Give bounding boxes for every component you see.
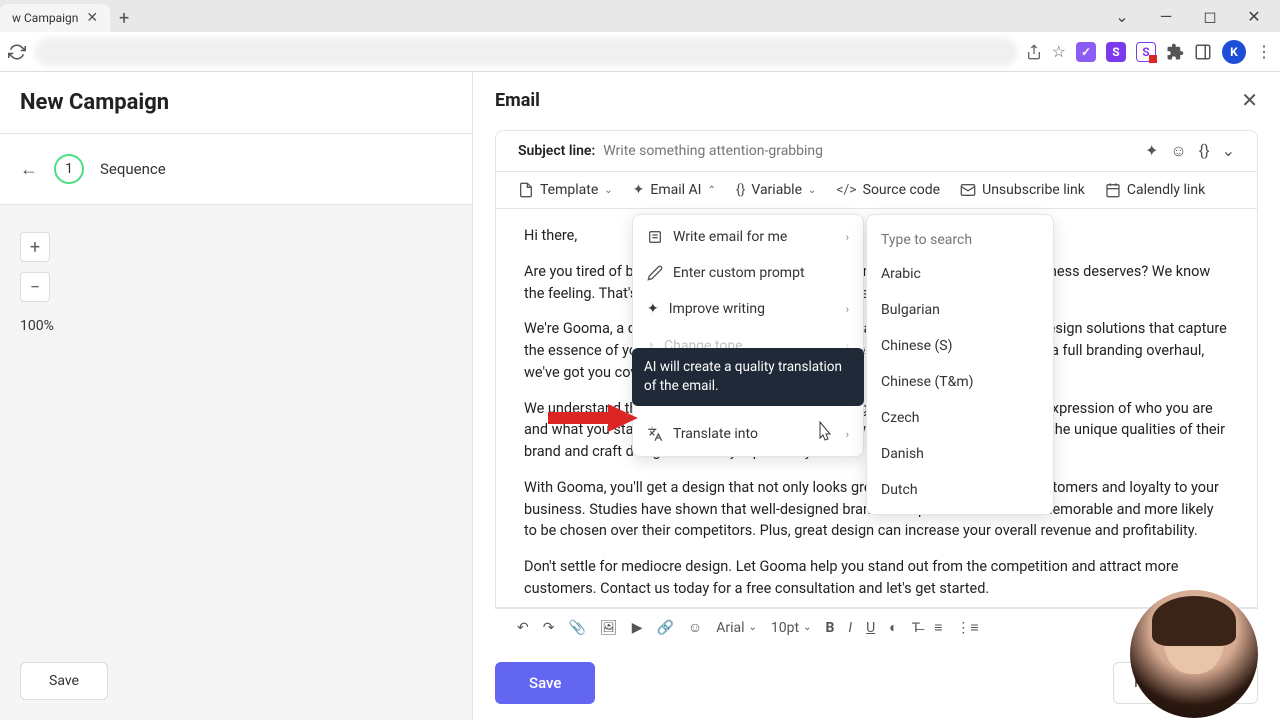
- browser-tab[interactable]: w Campaign ✕: [0, 4, 110, 32]
- bold-icon[interactable]: B: [825, 620, 834, 636]
- clear-format-icon[interactable]: T̶: [912, 619, 921, 636]
- font-size-select[interactable]: 10pt ⌄: [771, 620, 812, 636]
- extension-s2-icon[interactable]: S: [1136, 42, 1156, 62]
- annotation-arrow: [548, 404, 638, 432]
- side-panel-icon[interactable]: [1194, 43, 1212, 61]
- bullet-list-icon[interactable]: ≡: [934, 619, 942, 636]
- calendly-link-button[interactable]: Calendly link: [1105, 182, 1205, 198]
- sidebar-save-button[interactable]: Save: [20, 662, 108, 700]
- close-panel-icon[interactable]: ✕: [1241, 88, 1258, 112]
- new-tab-button[interactable]: +: [110, 4, 138, 32]
- video-icon[interactable]: ▶: [632, 620, 643, 636]
- cursor-pointer-icon: [814, 420, 834, 444]
- underline-icon[interactable]: U: [866, 620, 875, 636]
- ai-translate-tooltip: AI will create a quality translation of …: [632, 348, 864, 406]
- language-option-danish[interactable]: Danish: [867, 436, 1053, 472]
- window-minimize-icon[interactable]: —: [1148, 2, 1184, 30]
- language-option-chinese-tm[interactable]: Chinese (T&m): [867, 364, 1053, 400]
- language-option-arabic[interactable]: Arabic: [867, 256, 1053, 292]
- redo-icon[interactable]: ↷: [543, 620, 555, 636]
- ai-write-email-item[interactable]: Write email for me ›: [633, 219, 863, 255]
- template-button[interactable]: Template⌄: [518, 182, 613, 198]
- window-titlebar: w Campaign ✕ + ⌄ — ◻ ✕: [0, 0, 1280, 32]
- language-submenu: Arabic Bulgarian Chinese (S) Chinese (T&…: [866, 214, 1054, 515]
- tab-close-icon[interactable]: ✕: [86, 10, 98, 26]
- emoji-icon[interactable]: ☺: [1170, 141, 1186, 161]
- text-color-icon[interactable]: ◐: [889, 619, 897, 636]
- ai-sparkle-icon[interactable]: ✦: [1145, 141, 1158, 161]
- browser-menu-icon[interactable]: ⋮: [1256, 42, 1272, 61]
- link-icon[interactable]: 🔗: [656, 620, 673, 636]
- attachment-icon[interactable]: 📎: [568, 620, 585, 636]
- ai-custom-prompt-item[interactable]: Enter custom prompt: [633, 255, 863, 291]
- undo-icon[interactable]: ↶: [517, 620, 529, 636]
- page-title: New Campaign: [20, 90, 452, 115]
- tabs-dropdown-icon[interactable]: ⌄: [1104, 2, 1140, 30]
- window-maximize-icon[interactable]: ◻: [1192, 2, 1228, 30]
- language-option-czech[interactable]: Czech: [867, 400, 1053, 436]
- save-button[interactable]: Save: [495, 662, 595, 704]
- subject-input[interactable]: [603, 143, 1137, 159]
- variable-braces-icon[interactable]: {}: [1199, 141, 1210, 161]
- language-option-dutch[interactable]: Dutch: [867, 472, 1053, 508]
- sequence-step-badge: 1: [54, 154, 84, 184]
- font-family-select[interactable]: Arial ⌄: [716, 620, 757, 636]
- zoom-value: 100%: [20, 318, 54, 334]
- reload-icon[interactable]: [8, 43, 26, 61]
- unsubscribe-link-button[interactable]: Unsubscribe link: [960, 182, 1085, 198]
- email-paragraph: Don't settle for mediocre design. Let Go…: [524, 556, 1229, 600]
- numbered-list-icon[interactable]: ⋮≡: [956, 619, 978, 636]
- editor-toolbar: Template⌄ ✦ Email AI⌃ {} Variable⌄ </> S…: [495, 172, 1258, 209]
- chevron-down-icon[interactable]: ⌄: [1222, 141, 1235, 161]
- zoom-out-button[interactable]: −: [20, 272, 50, 302]
- emoji-picker-icon[interactable]: ☺: [688, 619, 702, 636]
- language-option-chinese-s[interactable]: Chinese (S): [867, 328, 1053, 364]
- email-ai-button[interactable]: ✦ Email AI⌃: [633, 182, 716, 198]
- profile-avatar[interactable]: K: [1222, 40, 1246, 64]
- ai-improve-writing-item[interactable]: ✦ Improve writing ›: [633, 291, 863, 327]
- language-option-bulgarian[interactable]: Bulgarian: [867, 292, 1053, 328]
- extensions-puzzle-icon[interactable]: [1166, 43, 1184, 61]
- language-search-input[interactable]: [881, 232, 1039, 248]
- share-icon[interactable]: [1026, 44, 1042, 60]
- window-close-icon[interactable]: ✕: [1236, 2, 1272, 30]
- source-code-button[interactable]: </> Source code: [836, 182, 940, 198]
- campaign-sidebar: New Campaign ← 1 Sequence + − 100% Save: [0, 72, 472, 720]
- tab-title: w Campaign: [12, 11, 78, 25]
- sequence-label: Sequence: [100, 160, 166, 178]
- presenter-video-bubble[interactable]: [1130, 590, 1258, 718]
- italic-icon[interactable]: I: [848, 620, 852, 636]
- image-icon[interactable]: 🖼: [600, 620, 618, 636]
- subject-label: Subject line:: [518, 143, 595, 159]
- variable-button[interactable]: {} Variable⌄: [736, 182, 817, 198]
- panel-title: Email: [495, 90, 540, 111]
- bookmark-star-icon[interactable]: ☆: [1052, 42, 1066, 61]
- back-arrow-icon[interactable]: ←: [20, 159, 38, 180]
- browser-toolbar: ☆ ✓ S S K ⋮: [0, 32, 1280, 72]
- zoom-in-button[interactable]: +: [20, 232, 50, 262]
- url-input[interactable]: [34, 38, 1018, 66]
- extension-check-icon[interactable]: ✓: [1076, 42, 1096, 62]
- extension-s1-icon[interactable]: S: [1106, 42, 1126, 62]
